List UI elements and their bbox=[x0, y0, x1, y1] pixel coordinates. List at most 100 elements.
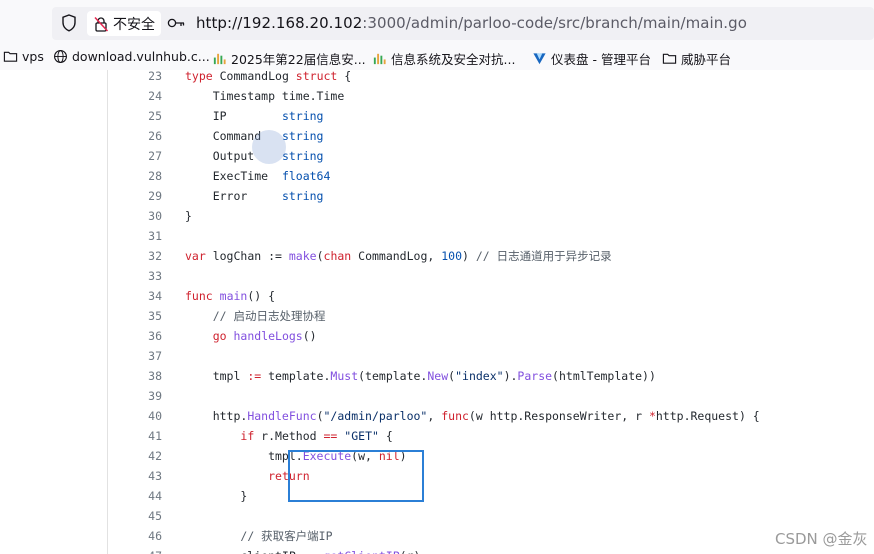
code-token: Must bbox=[330, 369, 359, 383]
code-token: clientIP bbox=[185, 549, 303, 554]
line-number[interactable]: 25 bbox=[112, 106, 162, 126]
code-line: 38 tmpl := template.Must(template.New("i… bbox=[0, 366, 874, 386]
line-number[interactable]: 36 bbox=[112, 326, 162, 346]
bookmark-infosys[interactable]: 信息系统及安全对抗... bbox=[372, 49, 515, 68]
code-line: 45 bbox=[0, 506, 874, 526]
line-code: } bbox=[185, 486, 247, 506]
line-number[interactable]: 24 bbox=[112, 86, 162, 106]
line-code: clientIP := getClientIP(r) bbox=[185, 546, 420, 554]
code-line: 40 http.HandleFunc("/admin/parloo", func… bbox=[0, 406, 874, 426]
line-number[interactable]: 29 bbox=[112, 186, 162, 206]
code-token: "GET" bbox=[344, 429, 379, 443]
code-token: { bbox=[337, 70, 352, 83]
code-token: CommandLog, bbox=[351, 249, 442, 263]
code-token: == bbox=[323, 429, 338, 443]
line-number[interactable]: 27 bbox=[112, 146, 162, 166]
code-token: r.Method bbox=[254, 429, 324, 443]
line-number[interactable]: 39 bbox=[112, 386, 162, 406]
line-number[interactable]: 45 bbox=[112, 506, 162, 526]
insecure-label: 不安全 bbox=[113, 16, 155, 33]
code-line: 46 // 获取客户端IP bbox=[0, 526, 874, 546]
tracking-protection-shield-icon[interactable] bbox=[61, 14, 77, 32]
code-token: if bbox=[240, 429, 255, 443]
code-line: 27 Output string bbox=[0, 146, 874, 166]
code-token: HandleFunc bbox=[247, 409, 317, 423]
code-token: (template. bbox=[358, 369, 428, 383]
code-token: string bbox=[281, 149, 324, 163]
url-text[interactable]: http://192.168.20.102:3000/admin/parloo-… bbox=[196, 14, 747, 32]
line-number[interactable]: 28 bbox=[112, 166, 162, 186]
code-token: float64 bbox=[281, 169, 331, 183]
connection-insecure-indicator[interactable]: 不安全 bbox=[87, 11, 161, 36]
url-host: http://192.168.20.102 bbox=[196, 14, 363, 32]
code-token: (htmlTemplate)) bbox=[552, 369, 656, 383]
line-number[interactable]: 43 bbox=[112, 466, 162, 486]
code-token: struct bbox=[295, 70, 338, 83]
code-token: 100 bbox=[441, 249, 463, 263]
code-token: := bbox=[247, 369, 262, 383]
code-token: template. bbox=[261, 369, 331, 383]
folder-icon bbox=[3, 51, 18, 62]
line-number[interactable]: 33 bbox=[112, 266, 162, 286]
code-line: 30} bbox=[0, 206, 874, 226]
code-token: := bbox=[303, 549, 317, 554]
browser-toolbar: 不安全 http://192.168.20.102:3000/admin/par… bbox=[0, 0, 874, 46]
line-code: ExecTime float64 bbox=[185, 166, 331, 186]
code-token: getClientIP bbox=[324, 549, 400, 554]
code-line: 24 Timestamp time.Time bbox=[0, 86, 874, 106]
chart-icon bbox=[213, 53, 226, 65]
annotation-highlight-box bbox=[288, 450, 424, 502]
code-line: 35 // 启动日志处理协程 bbox=[0, 306, 874, 326]
line-number[interactable]: 37 bbox=[112, 346, 162, 366]
code-token: type bbox=[185, 70, 213, 83]
code-token: CommandLog bbox=[212, 70, 296, 83]
bookmark-threat-platform[interactable]: 威胁平台 bbox=[662, 49, 731, 68]
line-number[interactable]: 40 bbox=[112, 406, 162, 426]
line-number[interactable]: 46 bbox=[112, 526, 162, 546]
watermark: CSDN @金灰 bbox=[775, 530, 868, 548]
line-number[interactable]: 41 bbox=[112, 426, 162, 446]
bookmark-vps[interactable]: vps bbox=[3, 49, 44, 64]
folder-icon bbox=[662, 53, 677, 64]
code-token: Error bbox=[185, 189, 282, 203]
code-token: string bbox=[281, 189, 324, 203]
line-number[interactable]: 31 bbox=[112, 226, 162, 246]
line-number[interactable]: 44 bbox=[112, 486, 162, 506]
code-token: New bbox=[427, 369, 449, 383]
line-number[interactable]: 34 bbox=[112, 286, 162, 306]
key-icon[interactable] bbox=[167, 15, 185, 31]
line-number[interactable]: 23 bbox=[112, 70, 162, 86]
line-code: type CommandLog struct { bbox=[185, 70, 351, 86]
line-number[interactable]: 47 bbox=[112, 546, 162, 554]
line-number[interactable]: 42 bbox=[112, 446, 162, 466]
code-token: ExecTime bbox=[185, 169, 282, 183]
bookmark-vulnhub[interactable]: download.vulnhub.c... bbox=[53, 49, 210, 64]
code-token: tmpl bbox=[185, 369, 248, 383]
code-token: Parse bbox=[517, 369, 553, 383]
code-token: "index" bbox=[455, 369, 504, 383]
code-token: main bbox=[219, 289, 248, 303]
code-token: , bbox=[427, 409, 442, 423]
bookmark-infosec-2025[interactable]: 2025年第22届信息安... bbox=[212, 49, 366, 68]
line-number[interactable]: 30 bbox=[112, 206, 162, 226]
line-number[interactable]: 32 bbox=[112, 246, 162, 266]
code-token: } bbox=[185, 489, 248, 503]
code-line: 23 type CommandLog struct { bbox=[0, 70, 874, 86]
code-token: make bbox=[288, 249, 317, 263]
line-number[interactable]: 35 bbox=[112, 306, 162, 326]
insecure-lock-icon bbox=[94, 16, 109, 32]
vuetify-icon bbox=[533, 53, 546, 65]
bookmark-dashboard[interactable]: 仪表盘 - 管理平台 bbox=[532, 49, 651, 68]
line-number[interactable]: 38 bbox=[112, 366, 162, 386]
code-token: * bbox=[648, 409, 656, 423]
bookmark-label: vps bbox=[22, 49, 44, 64]
code-line: 31 bbox=[0, 226, 874, 246]
code-token: "/admin/parloo" bbox=[323, 409, 428, 423]
code-token: logChan := bbox=[205, 249, 289, 263]
line-number[interactable]: 26 bbox=[112, 126, 162, 146]
line-code: http.HandleFunc("/admin/parloo", func(w … bbox=[185, 406, 760, 426]
